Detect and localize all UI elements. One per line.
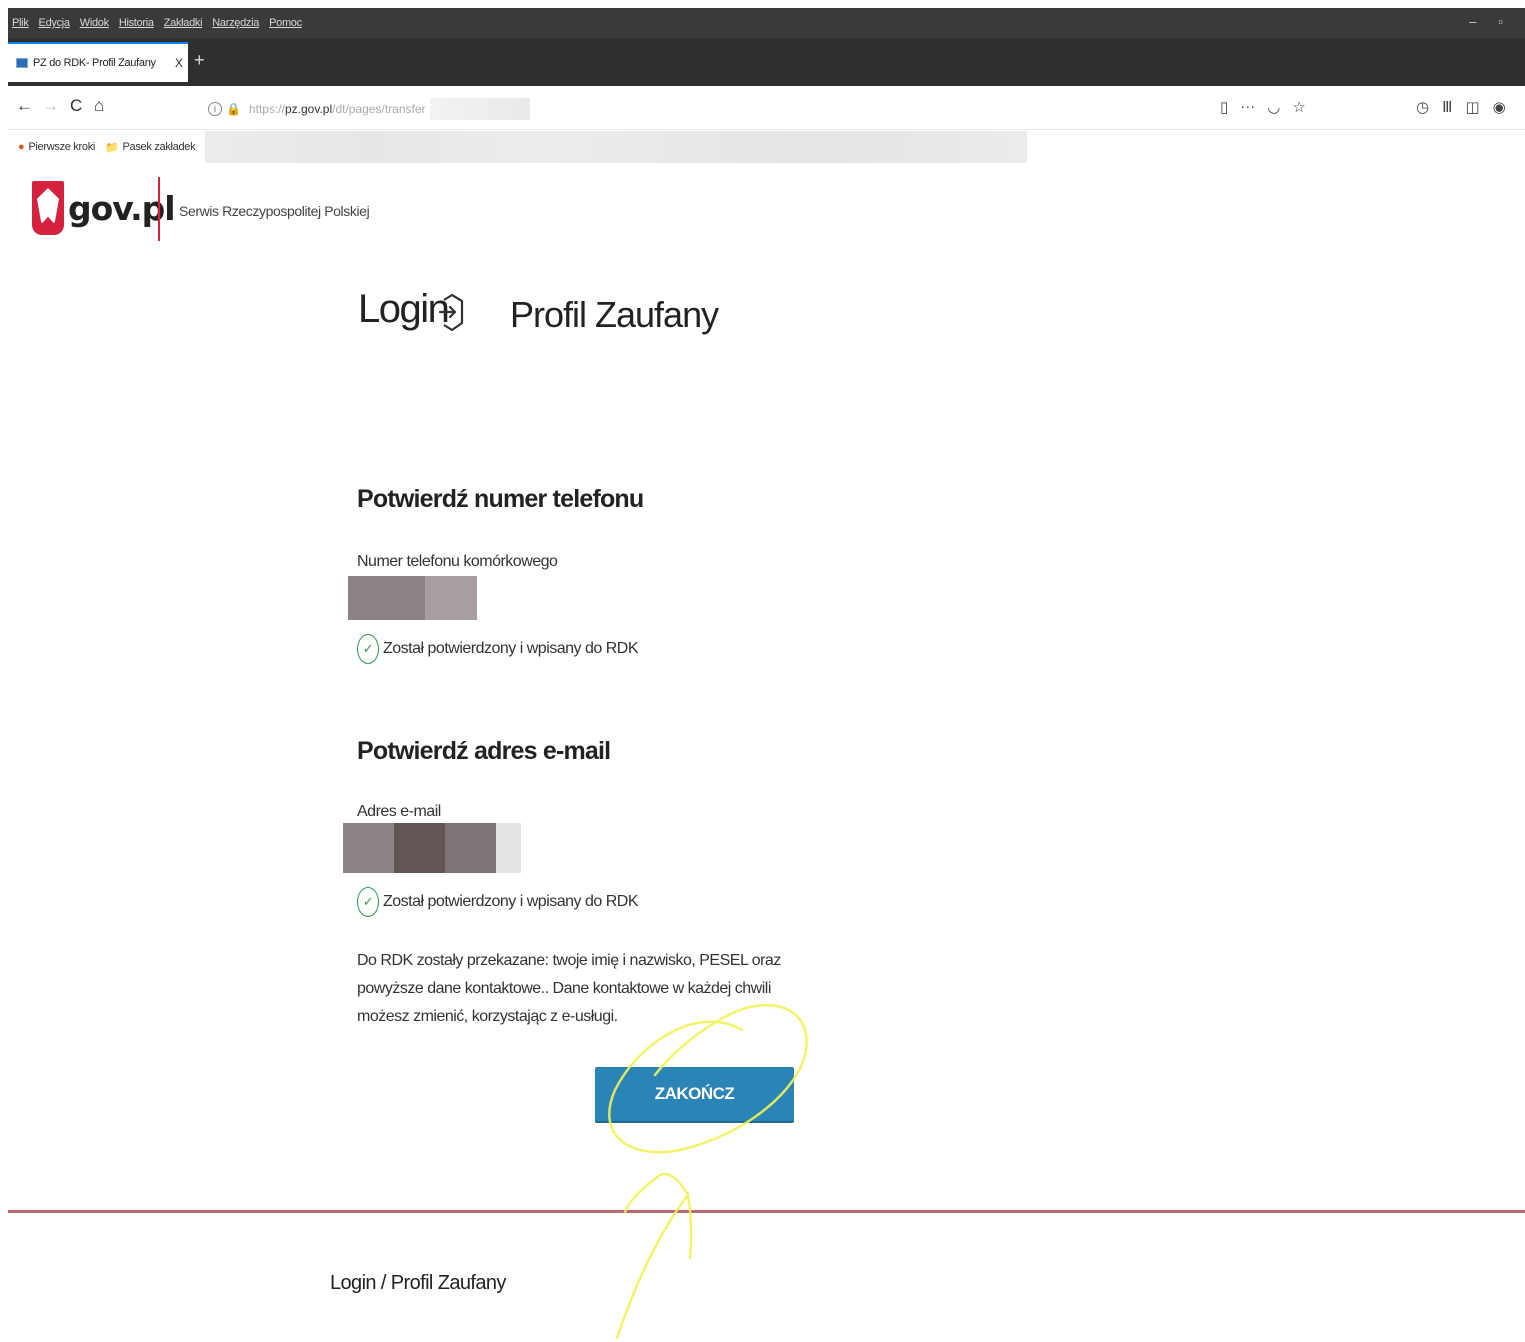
email-value-redacted <box>343 823 521 873</box>
header-divider <box>158 177 160 241</box>
transfer-info-text: Do RDK zostały przekazane: twoje imię i … <box>357 952 781 1025</box>
bookmark-label: Pasek zakładek <box>122 141 196 153</box>
back-icon[interactable]: ← <box>16 96 33 116</box>
menu-bookmarks[interactable]: Zakładki <box>164 17 203 29</box>
more-icon[interactable]: ··· <box>1240 98 1255 116</box>
url-scheme: https:// <box>248 102 285 116</box>
navigation-bar: ← → C ⌂ i 🔒 https:// pz.gov.pl /dt/pages… <box>8 88 1525 130</box>
login-arrow-icon <box>438 293 464 332</box>
bookmarks-redacted <box>205 131 1028 163</box>
email-confirmation: ✓ Został potwierdzony i wpisany do RDK <box>357 887 639 917</box>
bookmark-label: Pierwsze kroki <box>28 141 96 153</box>
phone-confirmation: ✓ Został potwierdzony i wpisany do RDK <box>357 634 639 664</box>
polish-emblem-icon[interactable] <box>32 181 64 235</box>
close-icon[interactable]: X <box>170 56 188 70</box>
menu-tools[interactable]: Narzędzia <box>212 17 259 29</box>
reader-view-icon[interactable]: ▯ <box>1220 98 1228 116</box>
library-icon[interactable]: Ⅲ <box>1442 98 1452 116</box>
tab-title: PZ do RDK- Profil Zaufany <box>33 57 156 69</box>
info-icon[interactable]: i <box>208 102 222 116</box>
bookmark-star-icon[interactable]: ☆ <box>1292 98 1305 116</box>
footer-link[interactable]: Login / Profil Zaufany <box>330 1272 506 1295</box>
url-host: pz.gov.pl <box>284 102 333 116</box>
lock-icon[interactable]: 🔒 <box>226 102 241 116</box>
url-path: /dt/pages/transfer <box>332 102 426 116</box>
phone-value-redacted <box>348 576 477 620</box>
menu-history[interactable]: Historia <box>119 17 154 29</box>
check-circle-icon: ✓ <box>357 634 379 664</box>
phone-status-text: Został potwierdzony i wpisany do RDK <box>383 640 639 657</box>
pocket-icon[interactable]: ◡ <box>1267 98 1280 116</box>
url-redacted <box>429 98 530 120</box>
browser-menubar: Plik Edycja Widok Historia Zakładki Narz… <box>8 8 1525 38</box>
email-status-text: Został potwierdzony i wpisany do RDK <box>383 893 639 910</box>
history-icon[interactable]: ◷ <box>1416 98 1429 116</box>
firefox-icon: ● <box>18 141 25 153</box>
email-field-label: Adres e-mail <box>357 803 441 820</box>
menu-view[interactable]: Widok <box>80 17 109 29</box>
menu-file[interactable]: Plik <box>12 17 29 29</box>
tab-active[interactable]: PZ do RDK- Profil Zaufany X <box>8 42 188 82</box>
menu-help[interactable]: Pomoc <box>269 17 302 29</box>
login-title: Login <box>358 287 450 331</box>
phone-field-label: Numer telefonu komórkowego <box>357 553 558 570</box>
bookmark-toolbar-folder[interactable]: 📁 Pasek zakładek <box>105 141 196 154</box>
email-section-heading: Potwierdź adres e-mail <box>357 737 611 765</box>
minimize-icon[interactable]: – <box>1469 14 1476 29</box>
phone-section-heading: Potwierdź numer telefonu <box>357 485 644 513</box>
bookmarks-bar: ● Pierwsze kroki 📁 Pasek zakładek <box>8 130 1525 164</box>
menu-edit[interactable]: Edycja <box>39 17 71 29</box>
site-header: gov.pl Serwis Rzeczypospolitej Polskiej <box>0 165 1525 245</box>
sidebar-icon[interactable]: ◫ <box>1465 98 1479 116</box>
tab-strip: PZ do RDK- Profil Zaufany X + <box>8 38 1525 86</box>
restore-icon[interactable]: ▫ <box>1498 14 1503 29</box>
reload-icon[interactable]: C <box>70 96 82 116</box>
address-bar[interactable]: i 🔒 https:// pz.gov.pl /dt/pages/transfe… <box>208 96 1318 122</box>
new-tab-icon[interactable]: + <box>194 50 205 71</box>
account-icon[interactable]: ◉ <box>1493 98 1506 116</box>
bookmark-getting-started[interactable]: ● Pierwsze kroki <box>18 141 95 153</box>
forward-icon[interactable]: → <box>42 96 59 116</box>
footer-divider <box>8 1210 1525 1213</box>
finish-button[interactable]: ZAKOŃCZ <box>595 1067 794 1121</box>
favicon-icon <box>16 58 28 68</box>
folder-icon: 📁 <box>105 141 119 154</box>
site-tagline: Serwis Rzeczypospolitej Polskiej <box>179 203 370 219</box>
check-circle-icon: ✓ <box>357 887 379 917</box>
service-title: Profil Zaufany <box>510 294 719 335</box>
home-icon[interactable]: ⌂ <box>94 96 104 116</box>
